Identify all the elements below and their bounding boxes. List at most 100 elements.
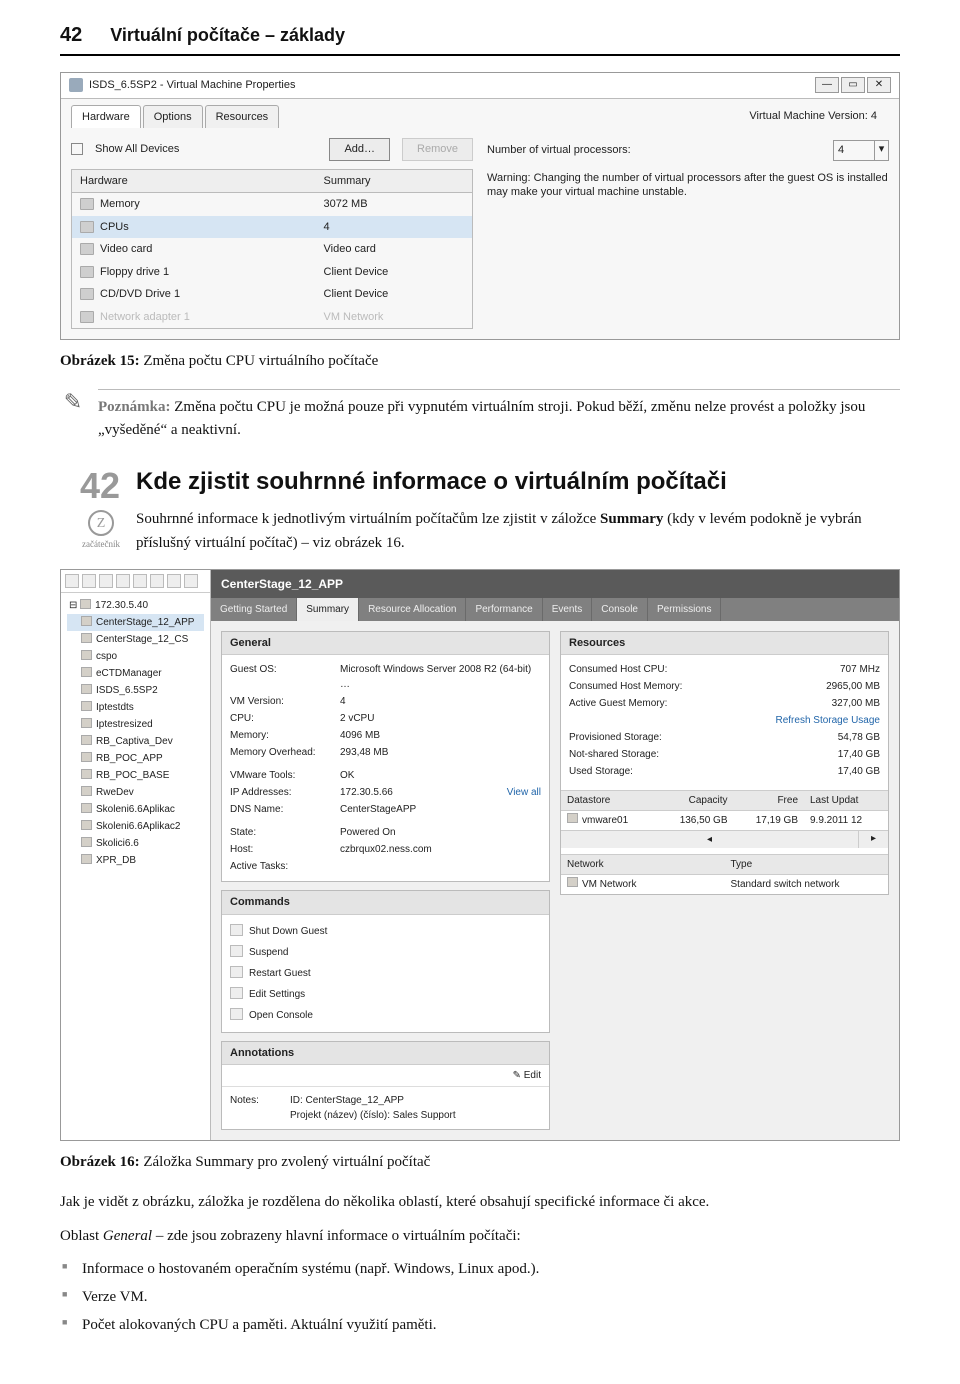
show-all-checkbox[interactable] (71, 143, 83, 155)
close-button[interactable]: ✕ (867, 77, 891, 93)
command-link[interactable]: Open Console (230, 1005, 541, 1026)
tree-node[interactable]: RB_Captiva_Dev (67, 733, 204, 750)
commands-header: Commands (222, 891, 549, 915)
command-icon (230, 945, 243, 957)
command-link[interactable]: Shut Down Guest (230, 921, 541, 942)
figure-15-caption: Obrázek 15: Změna počtu CPU virtuálního … (60, 350, 900, 373)
vm-icon (69, 78, 83, 92)
toolbar-icon[interactable] (65, 574, 79, 588)
tree-node[interactable]: Skoleni6.6Aplikac (67, 801, 204, 818)
chapter-title: Virtuální počítače – základy (110, 22, 345, 49)
window-titlebar: ISDS_6.5SP2 - Virtual Machine Properties… (61, 73, 899, 99)
ds-col-updated: Last Updat (804, 791, 888, 810)
toolbar-icon[interactable] (82, 574, 96, 588)
tree-node[interactable]: eCTDManager (67, 665, 204, 682)
table-row[interactable]: Memory3072 MB (72, 193, 473, 216)
cpu-icon (80, 221, 94, 233)
cddvd-icon (80, 288, 94, 300)
tab-console[interactable]: Console (592, 598, 648, 621)
tree-node[interactable]: CenterStage_12_CS (67, 631, 204, 648)
tab-hardware[interactable]: Hardware (71, 105, 141, 129)
window-title: ISDS_6.5SP2 - Virtual Machine Properties (89, 77, 295, 94)
tab-resource-allocation[interactable]: Resource Allocation (359, 598, 466, 621)
tree-node[interactable]: Skolici6.6 (67, 835, 204, 852)
maximize-button[interactable]: ▭ (841, 77, 865, 93)
tab-performance[interactable]: Performance (466, 598, 542, 621)
tree-node[interactable]: Iptestresized (67, 716, 204, 733)
tree-node[interactable]: Iptestdts (67, 699, 204, 716)
add-button[interactable]: Add… (329, 138, 390, 161)
tree-node[interactable]: RB_POC_APP (67, 750, 204, 767)
tab-summary[interactable]: Summary (297, 598, 359, 621)
kv-row: CPU:2 vCPU (230, 710, 541, 727)
network-row[interactable]: VM Network Standard switch network (561, 875, 888, 894)
clock-icon: Z (88, 510, 114, 536)
kv-row: Consumed Host CPU:707 MHz (569, 661, 880, 678)
datastore-row[interactable]: vmware01 136,50 GB 17,19 GB 9.9.2011 12 (561, 811, 888, 830)
kv-row: Not-shared Storage:17,40 GB (569, 746, 880, 763)
datastore-scrollbar[interactable]: ◂▸ (561, 830, 888, 848)
commands-panel: Commands Shut Down GuestSuspendRestart G… (221, 890, 550, 1033)
tab-events[interactable]: Events (543, 598, 593, 621)
vm-icon (81, 684, 92, 694)
notes-value: ID: CenterStage_12_APP Projekt (název) (… (290, 1093, 456, 1123)
toolbar-icon[interactable] (150, 574, 164, 588)
network-icon (567, 877, 578, 887)
remove-button[interactable]: Remove (402, 138, 473, 161)
vm-icon (81, 786, 92, 796)
page-number: 42 (60, 20, 82, 50)
inventory-tree: ⊟ 172.30.5.40 CenterStage_12_APPCenterSt… (61, 593, 210, 873)
table-row[interactable]: Video cardVideo card (72, 238, 473, 261)
tab-resources[interactable]: Resources (205, 105, 280, 129)
tree-node[interactable]: RweDev (67, 784, 204, 801)
annotations-header: Annotations (222, 1042, 549, 1066)
sidebar-toolbar (61, 570, 210, 593)
notes-label: Notes: (230, 1093, 280, 1123)
num-processors-label: Number of virtual processors: (487, 142, 631, 159)
tree-node[interactable]: RB_POC_BASE (67, 767, 204, 784)
kv-row: State:Powered On (230, 824, 541, 841)
toolbar-icon[interactable] (167, 574, 181, 588)
toolbar-icon[interactable] (133, 574, 147, 588)
kv-row: Refresh Storage Usage (569, 712, 880, 729)
tree-root[interactable]: ⊟ 172.30.5.40 (67, 597, 204, 614)
datastore-grid: Datastore Capacity Free Last Updat vmwar… (561, 790, 888, 848)
general-panel: General Guest OS:Microsoft Windows Serve… (221, 631, 550, 883)
toolbar-icon[interactable] (99, 574, 113, 588)
tab-getting-started[interactable]: Getting Started (211, 598, 297, 621)
tree-node[interactable]: XPR_DB (67, 852, 204, 869)
tip-title: Kde zjistit souhrnné informace o virtuál… (136, 468, 900, 497)
hardware-table: Hardware Summary Memory3072 MB CPUs4 Vid… (71, 169, 473, 330)
num-processors-select[interactable]: 4 ▾ (833, 140, 889, 161)
ds-col-free: Free (734, 791, 805, 810)
minimize-button[interactable]: — (815, 77, 839, 93)
vm-title-bar: CenterStage_12_APP (211, 570, 899, 598)
paragraph-general: Oblast General – zde jsou zobrazeny hlav… (60, 1224, 900, 1248)
kv-row: Used Storage:17,40 GB (569, 763, 880, 780)
table-row[interactable]: Network adapter 1VM Network (72, 306, 473, 329)
table-row[interactable]: Floppy drive 1Client Device (72, 261, 473, 284)
tree-node[interactable]: CenterStage_12_APP (67, 614, 204, 631)
tree-node[interactable]: Skoleni6.6Aplikac2 (67, 818, 204, 835)
kv-row: Memory Overhead:293,48 MB (230, 744, 541, 761)
view-all-link[interactable]: View all (507, 785, 541, 800)
tab-permissions[interactable]: Permissions (648, 598, 721, 621)
vm-icon (81, 718, 92, 728)
general-header: General (222, 632, 549, 656)
toolbar-icon[interactable] (116, 574, 130, 588)
command-link[interactable]: Suspend (230, 942, 541, 963)
edit-link[interactable]: ✎ Edit (222, 1065, 549, 1087)
tree-node[interactable]: ISDS_6.5SP2 (67, 682, 204, 699)
vm-icon (81, 803, 92, 813)
table-row[interactable]: CD/DVD Drive 1Client Device (72, 283, 473, 306)
vm-icon (81, 633, 92, 643)
vm-icon (81, 854, 92, 864)
command-link[interactable]: Edit Settings (230, 984, 541, 1005)
vm-icon (81, 820, 92, 830)
toolbar-icon[interactable] (184, 574, 198, 588)
tab-options[interactable]: Options (143, 105, 203, 129)
table-row[interactable]: CPUs4 (72, 216, 473, 239)
tree-node[interactable]: cspo (67, 648, 204, 665)
command-link[interactable]: Restart Guest (230, 963, 541, 984)
net-col-type: Type (725, 855, 889, 874)
